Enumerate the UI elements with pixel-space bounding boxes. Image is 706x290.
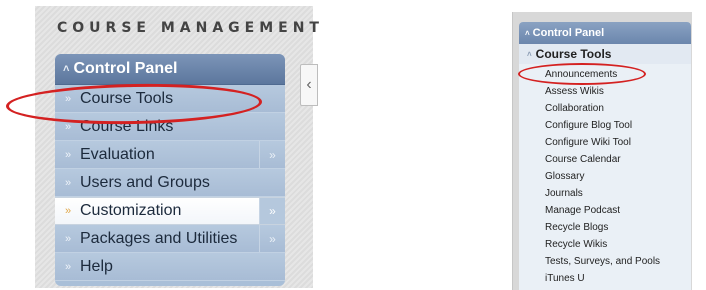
collapse-caret-icon: ˄ (525, 28, 530, 38)
menu-item-help[interactable]: » Help (55, 253, 285, 281)
course-management-panel: COURSE MANAGEMENT ‹ ˄ Control Panel » Co… (35, 6, 319, 288)
course-management-title: COURSE MANAGEMENT (57, 20, 324, 36)
link-course-calendar[interactable]: Course Calendar (545, 151, 691, 168)
submenu-arrow-icon[interactable]: » (259, 141, 285, 168)
expand-chevrons-icon: » (65, 148, 72, 161)
menu-item-customization[interactable]: » Customization » (55, 197, 285, 225)
collapse-caret-icon: ˄ (527, 49, 532, 59)
menu-item-label: Customization (80, 202, 182, 219)
link-configure-wiki-tool[interactable]: Configure Wiki Tool (545, 134, 691, 151)
link-tests-surveys-pools[interactable]: Tests, Surveys, and Pools (545, 253, 691, 270)
control-panel-title: Control Panel (532, 27, 605, 39)
menu-item-packages-and-utilities[interactable]: » Packages and Utilities » (55, 225, 285, 253)
expand-chevrons-icon: » (65, 260, 72, 273)
collapse-caret-icon: ˄ (63, 63, 70, 75)
link-assess-wikis[interactable]: Assess Wikis (545, 83, 691, 100)
control-panel-expanded: ˄ Control Panel ˄ Course Tools Announcem… (519, 22, 691, 290)
menu-item-label: Evaluation (80, 145, 155, 163)
course-tools-section-title: Course Tools (535, 47, 612, 61)
collapse-menu-button[interactable]: ‹ (300, 64, 318, 106)
link-journals[interactable]: Journals (545, 185, 691, 202)
menu-item-label: Packages and Utilities (80, 229, 238, 247)
submenu-arrow-icon[interactable]: » (259, 198, 285, 224)
control-panel-title: Control Panel (73, 60, 178, 77)
link-recycle-wikis[interactable]: Recycle Wikis (545, 236, 691, 253)
link-configure-blog-tool[interactable]: Configure Blog Tool (545, 117, 691, 134)
control-panel-header[interactable]: ˄ Control Panel (519, 22, 691, 44)
control-panel-header[interactable]: ˄ Control Panel (55, 54, 285, 85)
expand-chevrons-icon: » (65, 205, 72, 217)
link-collaboration[interactable]: Collaboration (545, 100, 691, 117)
link-manage-podcast[interactable]: Manage Podcast (545, 202, 691, 219)
course-tools-section-header[interactable]: ˄ Course Tools (519, 44, 691, 64)
menu-item-users-and-groups[interactable]: » Users and Groups (55, 169, 285, 197)
chevron-left-icon: ‹ (306, 76, 312, 93)
course-tools-list: Announcements Assess Wikis Collaboration… (519, 64, 691, 287)
expanded-menu-panel: ˄ Control Panel ˄ Course Tools Announcem… (512, 12, 692, 290)
menu-item-label: Help (80, 257, 113, 275)
expand-chevrons-icon: » (65, 176, 72, 189)
highlight-oval-announcements (518, 63, 646, 85)
link-itunes-u[interactable]: iTunes U (545, 270, 691, 287)
expand-chevrons-icon: » (65, 232, 72, 245)
menu-item-label: Users and Groups (80, 173, 210, 191)
submenu-arrow-icon[interactable]: » (259, 225, 285, 252)
link-recycle-blogs[interactable]: Recycle Blogs (545, 219, 691, 236)
link-glossary[interactable]: Glossary (545, 168, 691, 185)
menu-item-evaluation[interactable]: » Evaluation » (55, 141, 285, 169)
